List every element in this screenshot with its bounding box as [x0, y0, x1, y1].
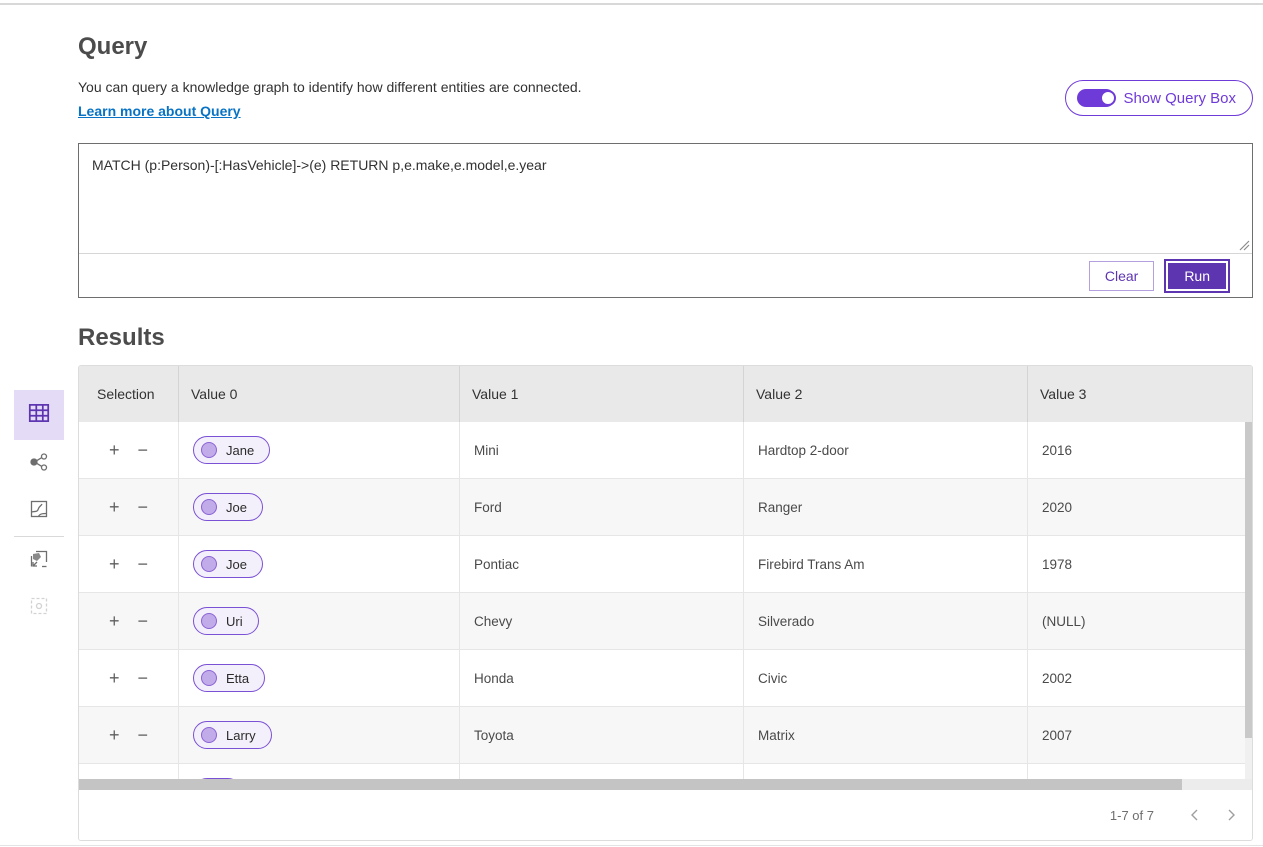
column-header-selection[interactable]: Selection	[79, 366, 179, 422]
link-chart-add-icon	[27, 594, 51, 623]
run-button-focus-ring: Run	[1164, 259, 1230, 293]
table-row: + − Jane Mini Hardtop 2-door 2016	[79, 422, 1252, 479]
cell-model: Silverado	[744, 593, 1028, 649]
table-row: + − Larry Toyota Matrix 2007	[79, 707, 1252, 764]
top-divider	[0, 3, 1263, 5]
toggle-knob	[1100, 90, 1116, 106]
table-row: + − Etta Honda Civic 2002	[79, 650, 1252, 707]
row-add-selection-button[interactable]: +	[107, 724, 122, 746]
entity-pill[interactable]: Joe	[193, 550, 263, 578]
table-view-icon	[26, 400, 52, 431]
table-row: + − Joe Ford Ranger 2020	[79, 479, 1252, 536]
map-icon	[27, 497, 51, 526]
run-button[interactable]: Run	[1168, 263, 1226, 289]
row-add-selection-button[interactable]: +	[107, 667, 122, 689]
table-row: + − Uri Chevy Silverado (NULL)	[79, 593, 1252, 650]
cell-year: 2020	[1028, 479, 1252, 535]
horizontal-scrollbar[interactable]	[79, 779, 1252, 790]
sidebar-item-link-chart-view[interactable]	[14, 439, 64, 489]
previous-page-button[interactable]	[1186, 805, 1204, 825]
vertical-scrollbar[interactable]	[1245, 422, 1252, 779]
row-remove-selection-button[interactable]: −	[136, 553, 151, 575]
row-add-selection-button[interactable]: +	[107, 553, 122, 575]
cell-year: 2002	[1028, 650, 1252, 706]
entity-pill[interactable]: Etta	[193, 664, 265, 692]
sidebar-item-map-add-view[interactable]	[14, 536, 64, 586]
clear-button[interactable]: Clear	[1089, 261, 1154, 291]
entity-icon	[201, 613, 217, 629]
sidebar-item-table-view[interactable]	[14, 390, 64, 440]
next-page-button[interactable]	[1222, 805, 1240, 825]
table-header: Selection Value 0 Value 1 Value 2 Value …	[79, 366, 1252, 422]
row-remove-selection-button[interactable]: −	[136, 610, 151, 632]
cell-model: Matrix	[744, 707, 1028, 763]
table-footer: 1-7 of 7	[79, 790, 1252, 840]
row-add-selection-button[interactable]: +	[107, 496, 122, 518]
cell-year: 1978	[1028, 536, 1252, 592]
learn-more-link[interactable]: Learn more about Query	[78, 103, 241, 119]
entity-pill[interactable]: Joe	[193, 493, 263, 521]
cell-make: Honda	[460, 650, 744, 706]
entity-icon	[201, 670, 217, 686]
entity-pill[interactable]: Larry	[193, 721, 272, 749]
row-remove-selection-button[interactable]: −	[136, 439, 151, 461]
show-query-box-toggle[interactable]: Show Query Box	[1065, 80, 1253, 116]
table-row-partial	[79, 764, 1252, 779]
toggle-switch-icon[interactable]	[1077, 89, 1115, 107]
vertical-scrollbar-thumb[interactable]	[1245, 422, 1252, 738]
horizontal-scrollbar-thumb[interactable]	[79, 779, 1182, 790]
results-title: Results	[78, 324, 165, 352]
cell-model: Hardtop 2-door	[744, 422, 1028, 478]
column-header-value0[interactable]: Value 0	[179, 366, 460, 422]
row-remove-selection-button[interactable]: −	[136, 496, 151, 518]
cell-year: (NULL)	[1028, 593, 1252, 649]
cell-make: Toyota	[460, 707, 744, 763]
entity-pill[interactable]: Jane	[193, 436, 270, 464]
row-add-selection-button[interactable]: +	[107, 610, 122, 632]
map-add-icon	[27, 547, 51, 576]
table-row: + − Joe Pontiac Firebird Trans Am 1978	[79, 536, 1252, 593]
entity-icon	[201, 556, 217, 572]
entity-icon	[201, 499, 217, 515]
results-table: Selection Value 0 Value 1 Value 2 Value …	[78, 365, 1253, 841]
row-add-selection-button[interactable]: +	[107, 439, 122, 461]
row-remove-selection-button[interactable]: −	[136, 667, 151, 689]
entity-icon	[201, 727, 217, 743]
page-description: You can query a knowledge graph to ident…	[78, 79, 582, 95]
cell-make: Ford	[460, 479, 744, 535]
cell-make: Chevy	[460, 593, 744, 649]
column-header-value3[interactable]: Value 3	[1028, 366, 1252, 422]
table-body: + − Jane Mini Hardtop 2-door 2016 + − Jo…	[79, 422, 1252, 779]
toggle-label: Show Query Box	[1123, 90, 1236, 107]
link-chart-icon	[27, 450, 51, 479]
cell-year: 2016	[1028, 422, 1252, 478]
sidebar-item-map-view[interactable]	[14, 486, 64, 536]
cell-make: Pontiac	[460, 536, 744, 592]
cell-make: Mini	[460, 422, 744, 478]
pagination-range: 1-7 of 7	[1110, 808, 1154, 823]
column-header-value2[interactable]: Value 2	[744, 366, 1028, 422]
cell-model: Ranger	[744, 479, 1028, 535]
entity-icon	[201, 442, 217, 458]
cell-year: 2007	[1028, 707, 1252, 763]
row-remove-selection-button[interactable]: −	[136, 724, 151, 746]
sidebar-item-link-chart-add-view-disabled	[14, 583, 64, 633]
column-header-value1[interactable]: Value 1	[460, 366, 744, 422]
cell-model: Firebird Trans Am	[744, 536, 1028, 592]
query-box: MATCH (p:Person)-[:HasVehicle]->(e) RETU…	[78, 143, 1253, 298]
query-input[interactable]: MATCH (p:Person)-[:HasVehicle]->(e) RETU…	[79, 144, 1252, 252]
bottom-divider	[0, 845, 1263, 846]
page-title: Query	[78, 33, 147, 61]
entity-pill[interactable]: Uri	[193, 607, 259, 635]
cell-model: Civic	[744, 650, 1028, 706]
query-actions: Clear Run	[79, 254, 1252, 298]
